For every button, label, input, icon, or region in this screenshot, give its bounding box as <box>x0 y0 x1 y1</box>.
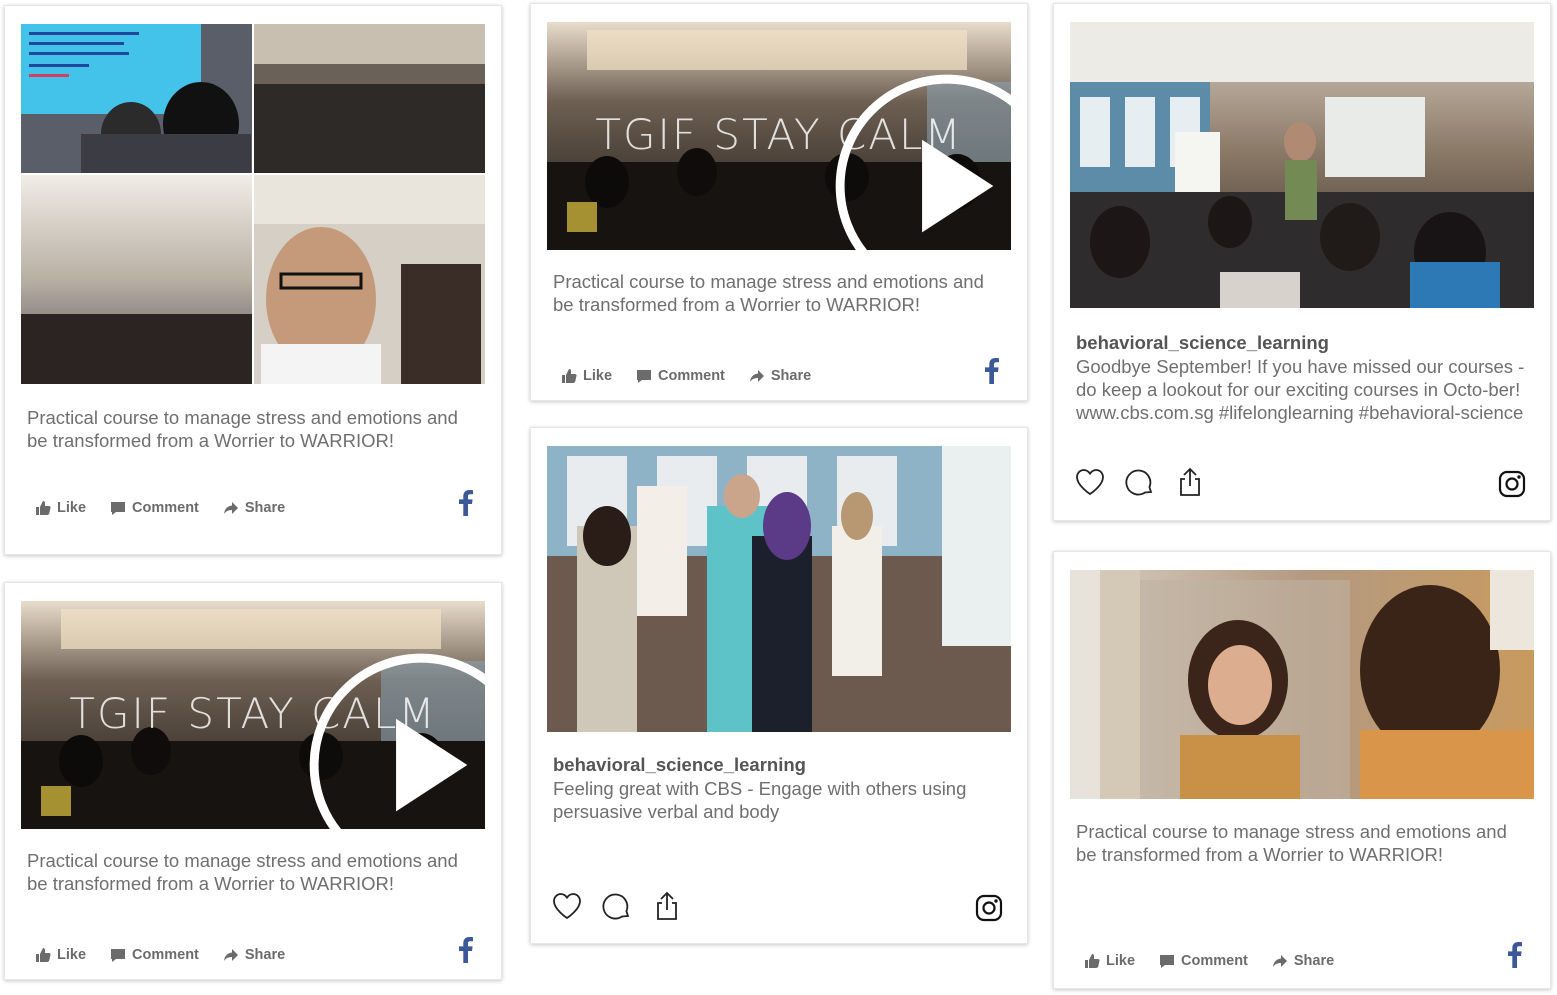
post-image[interactable] <box>547 446 1011 732</box>
post-card-facebook-collage: Practical course to manage stress and em… <box>4 5 502 555</box>
share-icon <box>223 500 239 516</box>
comment-button[interactable]: Comment <box>110 500 199 516</box>
comment-button[interactable]: Comment <box>636 368 725 384</box>
post-username[interactable]: behavioral_science_learning <box>1076 332 1528 354</box>
post-card-instagram: behavioral_science_learning Goodbye Sept… <box>1053 3 1551 521</box>
comment-bubble-icon[interactable] <box>1124 466 1156 498</box>
post-actions: Like Comment Share <box>1084 953 1334 969</box>
post-card-instagram: behavioral_science_learning Feeling grea… <box>530 427 1028 944</box>
post-username[interactable]: behavioral_science_learning <box>553 754 1005 776</box>
post-video-thumbnail[interactable]: TGIF STAY CALM <box>547 22 1011 250</box>
comment-label: Comment <box>132 947 199 963</box>
share-icon <box>223 947 239 963</box>
share-button[interactable]: Share <box>223 500 285 516</box>
share-label: Share <box>770 368 812 384</box>
post-card-facebook-video: TGIF STAY CALM Practical course to manag… <box>530 3 1028 401</box>
thumbs-up-icon <box>35 500 51 516</box>
share-icon <box>749 368 765 384</box>
comment-bubble-icon[interactable] <box>601 890 633 922</box>
post-image[interactable] <box>1070 570 1534 799</box>
play-icon[interactable] <box>189 651 485 829</box>
like-button[interactable]: Like <box>1084 953 1135 969</box>
like-button[interactable]: Like <box>35 500 86 516</box>
post-image[interactable] <box>1070 22 1534 308</box>
instagram-icon[interactable] <box>1498 470 1526 498</box>
post-caption: Practical course to manage stress and em… <box>553 271 984 315</box>
share-icon <box>1272 953 1288 969</box>
play-icon[interactable] <box>715 72 1011 250</box>
post-card-facebook-video: TGIF STAY CALM Practical course to manag… <box>4 582 502 980</box>
comment-button[interactable]: Comment <box>110 947 199 963</box>
post-actions: Like Comment Share <box>561 368 811 384</box>
thumbs-up-icon <box>35 947 51 963</box>
facebook-icon[interactable] <box>459 490 473 516</box>
thumbs-up-icon <box>1084 953 1100 969</box>
share-label: Share <box>1293 953 1335 969</box>
like-label: Like <box>57 947 87 963</box>
share-upload-icon[interactable] <box>651 890 683 922</box>
facebook-icon[interactable] <box>459 937 473 963</box>
post-actions: Like Comment Share <box>35 500 285 516</box>
comment-label: Comment <box>1181 953 1248 969</box>
like-button[interactable]: Like <box>35 947 86 963</box>
comment-icon <box>110 947 126 963</box>
share-upload-icon[interactable] <box>1174 466 1206 498</box>
post-actions: Like Comment Share <box>35 947 285 963</box>
post-actions <box>1074 466 1206 498</box>
share-button[interactable]: Share <box>223 947 285 963</box>
post-card-facebook: Practical course to manage stress and em… <box>1053 551 1551 989</box>
like-button[interactable]: Like <box>561 368 612 384</box>
share-button[interactable]: Share <box>749 368 811 384</box>
like-label: Like <box>57 500 87 516</box>
heart-icon[interactable] <box>1074 466 1106 498</box>
share-label: Share <box>244 947 286 963</box>
share-label: Share <box>244 500 286 516</box>
like-label: Like <box>583 368 613 384</box>
post-image-collage[interactable] <box>21 24 485 384</box>
comment-icon <box>110 500 126 516</box>
post-actions <box>551 890 683 922</box>
like-label: Like <box>1106 953 1136 969</box>
post-caption: Feeling great with CBS - Engage with oth… <box>553 778 967 822</box>
heart-icon[interactable] <box>551 890 583 922</box>
post-caption: Goodbye September! If you have missed ou… <box>1076 356 1525 423</box>
comment-icon <box>1159 953 1175 969</box>
post-video-thumbnail[interactable]: TGIF STAY CALM <box>21 601 485 829</box>
comment-label: Comment <box>658 368 725 384</box>
comment-button[interactable]: Comment <box>1159 953 1248 969</box>
instagram-icon[interactable] <box>975 894 1003 922</box>
comment-icon <box>636 368 652 384</box>
post-caption: Practical course to manage stress and em… <box>27 850 458 894</box>
share-button[interactable]: Share <box>1272 953 1334 969</box>
facebook-icon[interactable] <box>985 358 999 384</box>
post-caption: Practical course to manage stress and em… <box>27 407 458 451</box>
facebook-icon[interactable] <box>1508 942 1522 968</box>
comment-label: Comment <box>132 500 199 516</box>
post-caption: Practical course to manage stress and em… <box>1076 821 1507 865</box>
thumbs-up-icon <box>561 368 577 384</box>
